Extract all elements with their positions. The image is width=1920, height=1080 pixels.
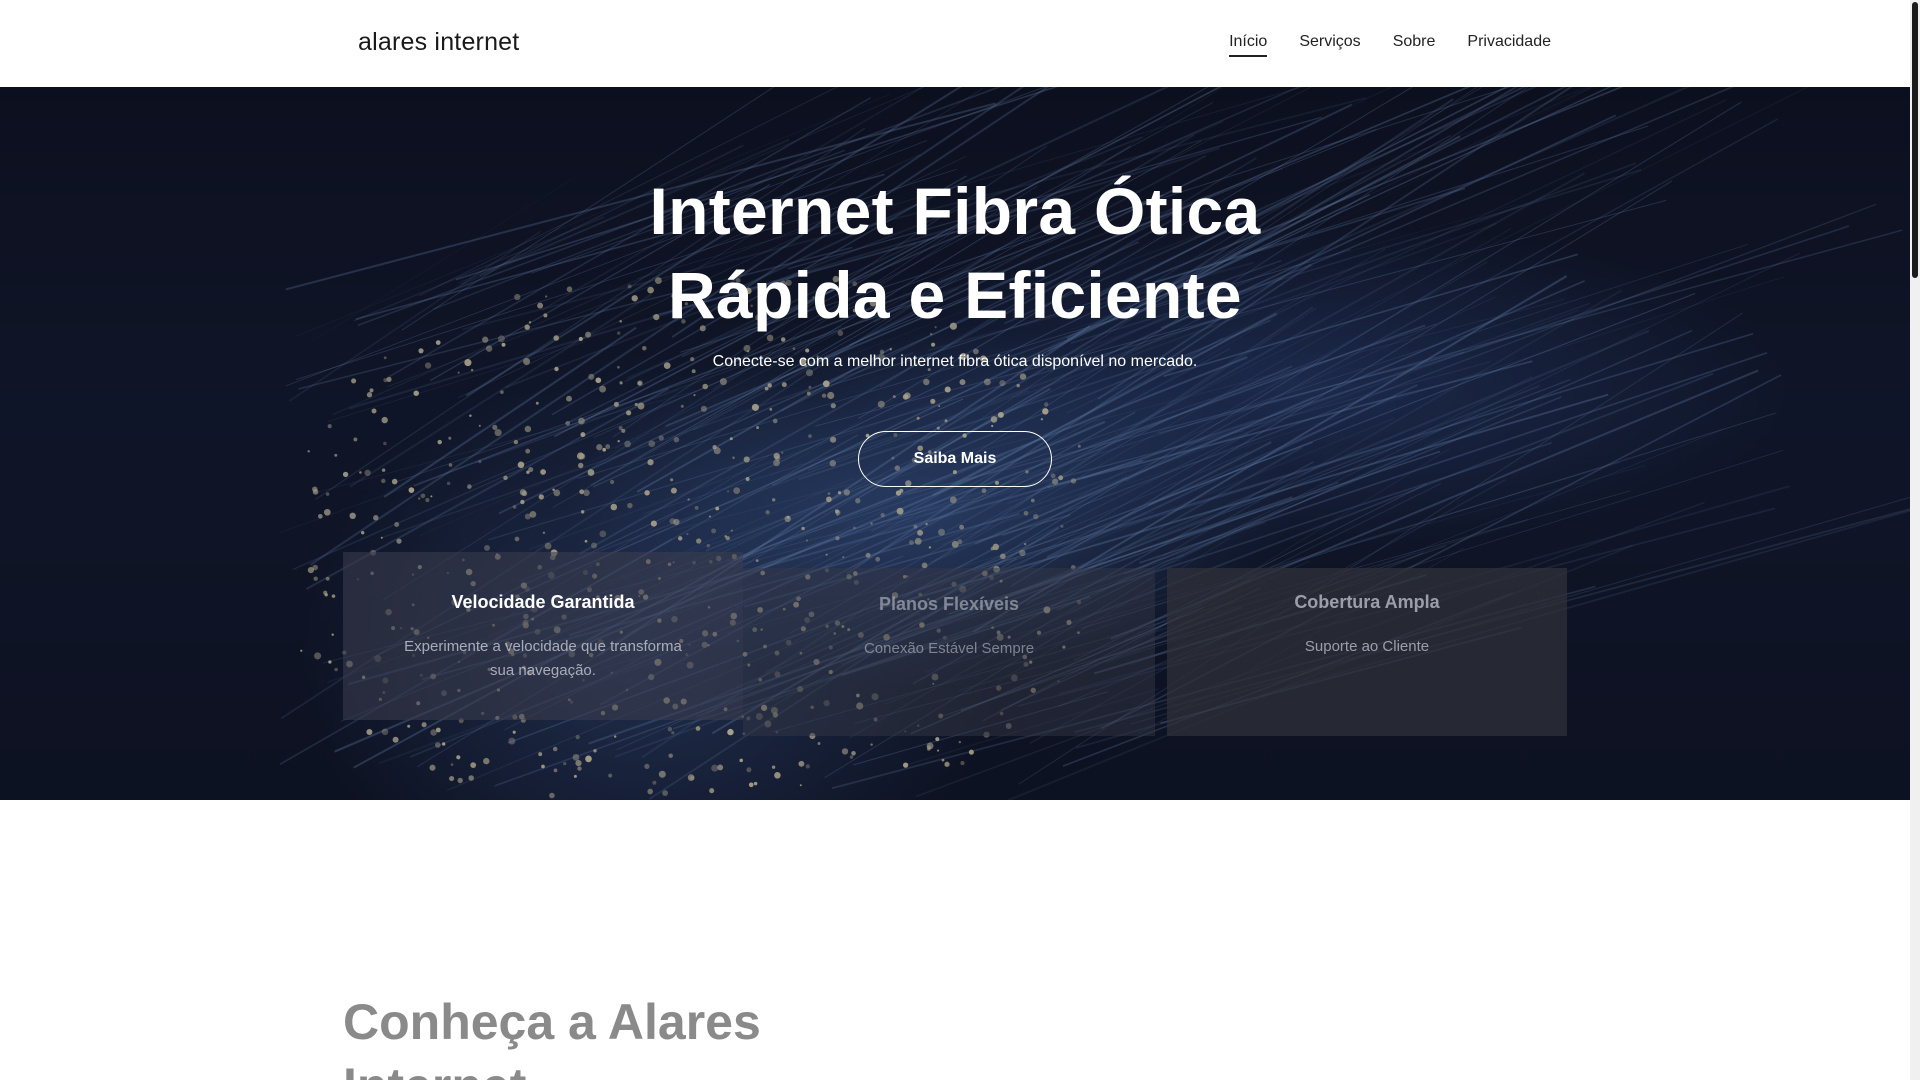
- feature-card-text: Conexão Estável Sempre: [863, 640, 1035, 657]
- hero-title: Internet Fibra Ótica Rápida e Eficiente: [0, 169, 1910, 337]
- saiba-mais-button[interactable]: Saiba Mais: [858, 431, 1052, 487]
- main-nav: Início Serviços Sobre Privacidade: [1229, 32, 1551, 57]
- site-header: alares internet Início Serviços Sobre Pr…: [0, 0, 1910, 87]
- feature-card-planos: Planos Flexíveis Conexão Estável Sempre: [743, 568, 1155, 736]
- nav-link-sobre[interactable]: Sobre: [1393, 32, 1436, 57]
- feature-card-title: Planos Flexíveis: [878, 594, 1020, 614]
- hero-subtitle: Conecte-se com a melhor internet fibra ó…: [712, 353, 1198, 370]
- hero-title-line-2: Rápida e Eficiente: [668, 258, 1242, 332]
- feature-card-cobertura: Cobertura Ampla Suporte ao Cliente: [1167, 568, 1567, 736]
- hero-section: Internet Fibra Ótica Rápida e Eficiente …: [0, 87, 1910, 800]
- nav-link-privacidade[interactable]: Privacidade: [1467, 32, 1551, 57]
- scrollbar-thumb[interactable]: [1912, 2, 1918, 278]
- feature-card-title: Velocidade Garantida: [451, 592, 635, 612]
- feature-card-velocidade: Velocidade Garantida Experimente a veloc…: [343, 552, 743, 720]
- feature-card-title: Cobertura Ampla: [1294, 592, 1440, 612]
- page-scrollbar[interactable]: [1910, 0, 1920, 1080]
- about-title-line-1: Conheça a Alares: [343, 994, 761, 1050]
- about-title-line-2: Internet: [343, 1054, 761, 1080]
- feature-card-text: Experimente a velocidade que transforma …: [404, 638, 682, 679]
- about-section-title: Conheça a Alares Internet: [343, 990, 761, 1080]
- nav-link-inicio[interactable]: Início: [1229, 32, 1268, 57]
- feature-card-text: Suporte ao Cliente: [1304, 638, 1430, 655]
- brand-logo-link[interactable]: alares internet: [358, 28, 519, 57]
- hero-title-line-1: Internet Fibra Ótica: [649, 174, 1261, 248]
- nav-link-servicos[interactable]: Serviços: [1299, 32, 1360, 57]
